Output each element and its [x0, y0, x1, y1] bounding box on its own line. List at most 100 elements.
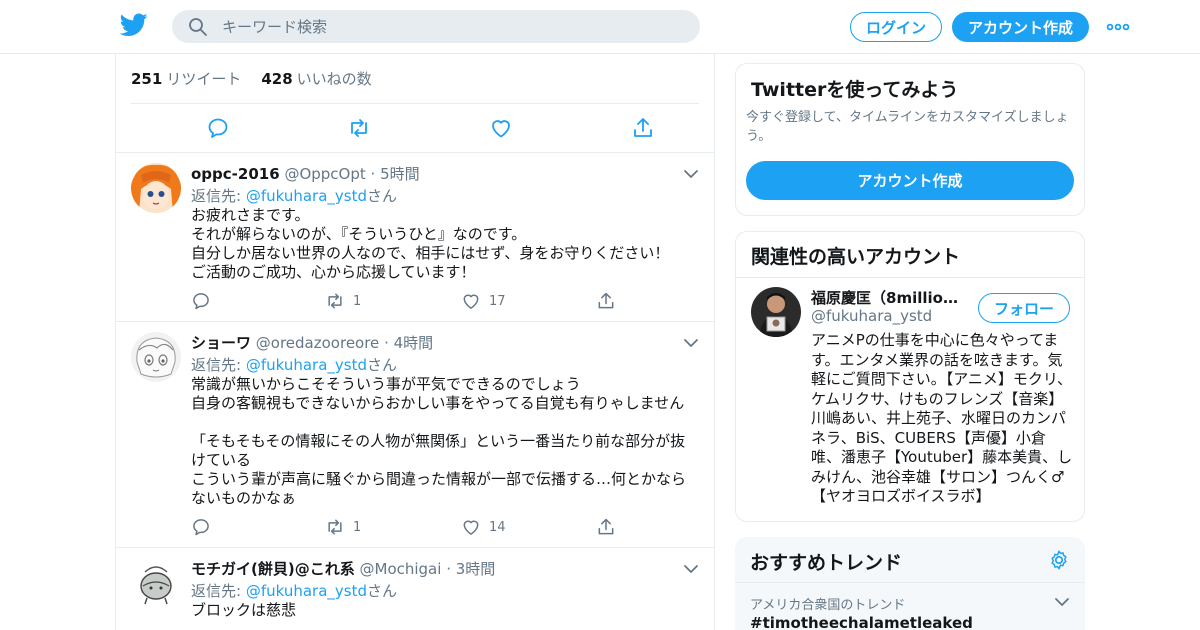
tweet-actions: 1 17 — [191, 289, 696, 313]
chevron-down-icon[interactable] — [682, 560, 700, 578]
chevron-down-icon[interactable] — [1053, 593, 1071, 611]
divider — [736, 277, 1084, 278]
reply-tweet[interactable]: ショーワ @oredazooreore · 4時間 返信先: @fukuhara… — [116, 322, 714, 548]
timestamp[interactable]: · 5時間 — [371, 165, 420, 183]
tweet-stats: 251 リツイート 428 いいねの数 — [131, 68, 372, 90]
divider — [735, 582, 1085, 583]
search-box[interactable] — [172, 10, 700, 43]
reply-tweet[interactable]: oppc-2016 @OppcOpt · 5時間 返信先: @fukuhara_… — [116, 153, 714, 322]
tweet-detail-column: 251 リツイート 428 いいねの数 oppc-2016 @OppcOpt ·… — [115, 54, 715, 630]
reply-action[interactable] — [191, 289, 211, 313]
avatar[interactable] — [131, 558, 181, 608]
like-icon — [463, 520, 479, 535]
rice-cake-character-avatar-icon — [131, 558, 181, 608]
reply-context: 返信先: @fukuhara_ystdさん — [191, 580, 397, 601]
account-handle[interactable]: @fukuhara_ystd — [811, 307, 932, 325]
like-count: 14 — [489, 519, 506, 535]
card-subtitle: 今すぐ登録して、タイムラインをカスタマイズしましょう。 — [746, 110, 1069, 144]
chevron-down-icon[interactable] — [682, 334, 700, 352]
reply-action[interactable] — [191, 515, 211, 539]
reply-icon — [193, 519, 209, 536]
tweet-header: モチガイ(餅貝)@これ系 @Mochigai · 3時間 — [191, 558, 495, 579]
follow-button[interactable]: フォロー — [978, 293, 1070, 323]
display-name[interactable]: モチガイ(餅貝)@これ系 — [191, 560, 355, 578]
retweet-action[interactable]: 1 — [325, 515, 361, 539]
display-name[interactable]: oppc-2016 — [191, 165, 280, 183]
retweet-action[interactable]: 1 — [325, 289, 361, 313]
trend-location: アメリカ合衆国のトレンド — [750, 598, 906, 613]
retweet-count: 251 — [131, 70, 163, 88]
like-action[interactable]: 14 — [461, 515, 506, 539]
signup-prompt-card: Twitterを使ってみよう 今すぐ登録して、タイムラインをカスタマイズしましょ… — [735, 63, 1085, 216]
trend-hashtag[interactable]: #timotheechalametleaked — [750, 614, 973, 630]
retweet-stat[interactable]: 251 リツイート — [131, 68, 241, 90]
like-icon[interactable] — [489, 116, 513, 140]
avatar[interactable] — [131, 332, 181, 382]
related-accounts-card: 関連性の高いアカウント 福原慶匡（8million… @fukuhara_yst… — [735, 231, 1085, 522]
user-handle[interactable]: @OppcOpt — [284, 165, 365, 183]
top-navigation-bar: ログイン アカウント作成 — [0, 0, 1200, 54]
retweet-count: 1 — [353, 293, 362, 309]
reply-mention-link[interactable]: @fukuhara_ystd — [246, 356, 367, 374]
create-account-button[interactable]: アカウント作成 — [746, 161, 1074, 200]
retweet-label: リツイート — [166, 70, 242, 88]
user-handle[interactable]: @Mochigai — [360, 560, 442, 578]
retweet-icon — [328, 293, 342, 309]
reply-suffix: さん — [367, 356, 398, 374]
reply-prefix: 返信先: — [191, 582, 246, 600]
anime-girl-avatar-icon — [131, 163, 181, 213]
divider — [131, 103, 699, 104]
timestamp[interactable]: · 4時間 — [384, 334, 433, 352]
like-label: いいねの数 — [296, 70, 372, 88]
like-count: 428 — [261, 70, 293, 88]
tweet-actions: 1 14 — [191, 515, 696, 539]
like-count: 17 — [489, 293, 506, 309]
retweet-count: 1 — [353, 519, 362, 535]
reply-icon[interactable] — [206, 116, 230, 140]
avatar[interactable] — [131, 163, 181, 213]
tweet-text: ブロックは慈悲 — [191, 601, 297, 619]
login-button[interactable]: ログイン — [850, 12, 942, 42]
timestamp[interactable]: · 3時間 — [446, 560, 495, 578]
reply-mention-link[interactable]: @fukuhara_ystd — [246, 582, 367, 600]
reply-prefix: 返信先: — [191, 187, 246, 205]
search-input[interactable] — [222, 10, 682, 43]
reply-mention-link[interactable]: @fukuhara_ystd — [246, 187, 367, 205]
display-name[interactable]: ショーワ — [191, 334, 251, 352]
more-icon[interactable] — [1106, 18, 1130, 36]
signup-button[interactable]: アカウント作成 — [952, 12, 1089, 42]
retweet-icon[interactable] — [347, 116, 371, 140]
share-icon[interactable] — [631, 116, 655, 140]
reply-tweet[interactable]: モチガイ(餅貝)@これ系 @Mochigai · 3時間 返信先: @fukuh… — [116, 548, 714, 630]
share-icon — [598, 518, 614, 535]
trends-card: おすすめトレンド アメリカ合衆国のトレンド #timotheechalametl… — [735, 537, 1085, 630]
like-action[interactable]: 17 — [461, 289, 506, 313]
chevron-down-icon[interactable] — [682, 165, 700, 183]
card-title: 関連性の高いアカウント — [751, 246, 961, 268]
tweet-header: ショーワ @oredazooreore · 4時間 — [191, 332, 433, 353]
main-tweet-actions — [131, 114, 699, 144]
account-bio: アニメPの仕事を中心に色々やってます。エンタメ業界の話を呟きます。気軽にご質問下… — [811, 331, 1073, 505]
sketch-character-avatar-icon — [131, 332, 181, 382]
reply-suffix: さん — [367, 582, 398, 600]
avatar[interactable] — [751, 287, 801, 337]
reply-prefix: 返信先: — [191, 356, 246, 374]
share-action[interactable] — [596, 289, 616, 313]
twitter-logo-icon[interactable] — [120, 13, 148, 37]
reply-context: 返信先: @fukuhara_ystdさん — [191, 185, 397, 206]
reply-icon — [193, 293, 209, 310]
gear-icon[interactable] — [1048, 549, 1070, 571]
like-stat[interactable]: 428 いいねの数 — [261, 68, 371, 90]
tweet-text: お疲れさまです。 それが解らないのが、『そういうひと』なのです。 自分しか居ない… — [191, 206, 670, 281]
like-icon — [463, 294, 479, 309]
card-title: Twitterを使ってみよう — [751, 79, 959, 101]
account-display-name[interactable]: 福原慶匡（8million… — [811, 287, 961, 308]
retweet-icon — [328, 519, 342, 535]
tweet-header: oppc-2016 @OppcOpt · 5時間 — [191, 163, 420, 184]
reply-suffix: さん — [367, 187, 398, 205]
user-handle[interactable]: @oredazooreore — [256, 334, 380, 352]
card-title: おすすめトレンド — [750, 552, 903, 574]
share-action[interactable] — [596, 515, 616, 539]
search-icon — [189, 18, 207, 36]
share-icon — [598, 292, 614, 309]
